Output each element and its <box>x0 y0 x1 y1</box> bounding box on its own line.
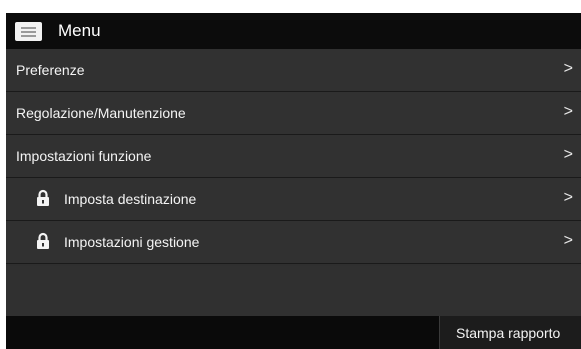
menu-item-label: Impostazioni gestione <box>64 234 200 250</box>
print-report-button-label: Stampa rapporto <box>456 325 561 341</box>
bottom-bar: Stampa rapporto <box>6 316 581 349</box>
chevron-right-icon: > <box>563 232 573 249</box>
chevron-right-icon: > <box>563 146 573 163</box>
menu-item-preferenze[interactable]: Preferenze > <box>6 49 581 92</box>
menu-list: Preferenze > Regolazione/Manutenzione > … <box>6 49 581 264</box>
page-title: Menu <box>58 21 101 40</box>
menu-item-label: Imposta destinazione <box>64 191 197 207</box>
empty-list-area <box>6 266 581 316</box>
menu-icon <box>15 22 42 41</box>
chevron-right-icon: > <box>563 60 573 77</box>
menu-item-regolazione-manutenzione[interactable]: Regolazione/Manutenzione > <box>6 92 581 135</box>
title-bar: Menu <box>6 13 581 49</box>
menu-item-label: Regolazione/Manutenzione <box>16 105 186 121</box>
menu-item-impostazioni-funzione[interactable]: Impostazioni funzione > <box>6 135 581 178</box>
lock-icon <box>37 232 49 249</box>
chevron-right-icon: > <box>563 103 573 120</box>
chevron-right-icon: > <box>563 189 573 206</box>
print-report-button[interactable]: Stampa rapporto <box>439 316 581 349</box>
menu-item-imposta-destinazione[interactable]: Imposta destinazione > <box>6 178 581 221</box>
menu-item-label: Impostazioni funzione <box>16 148 152 164</box>
lock-icon <box>37 189 49 206</box>
menu-item-impostazioni-gestione[interactable]: Impostazioni gestione > <box>6 221 581 264</box>
device-screen: Menu Preferenze > Regolazione/Manutenzio… <box>6 13 581 349</box>
menu-item-label: Preferenze <box>16 62 85 78</box>
